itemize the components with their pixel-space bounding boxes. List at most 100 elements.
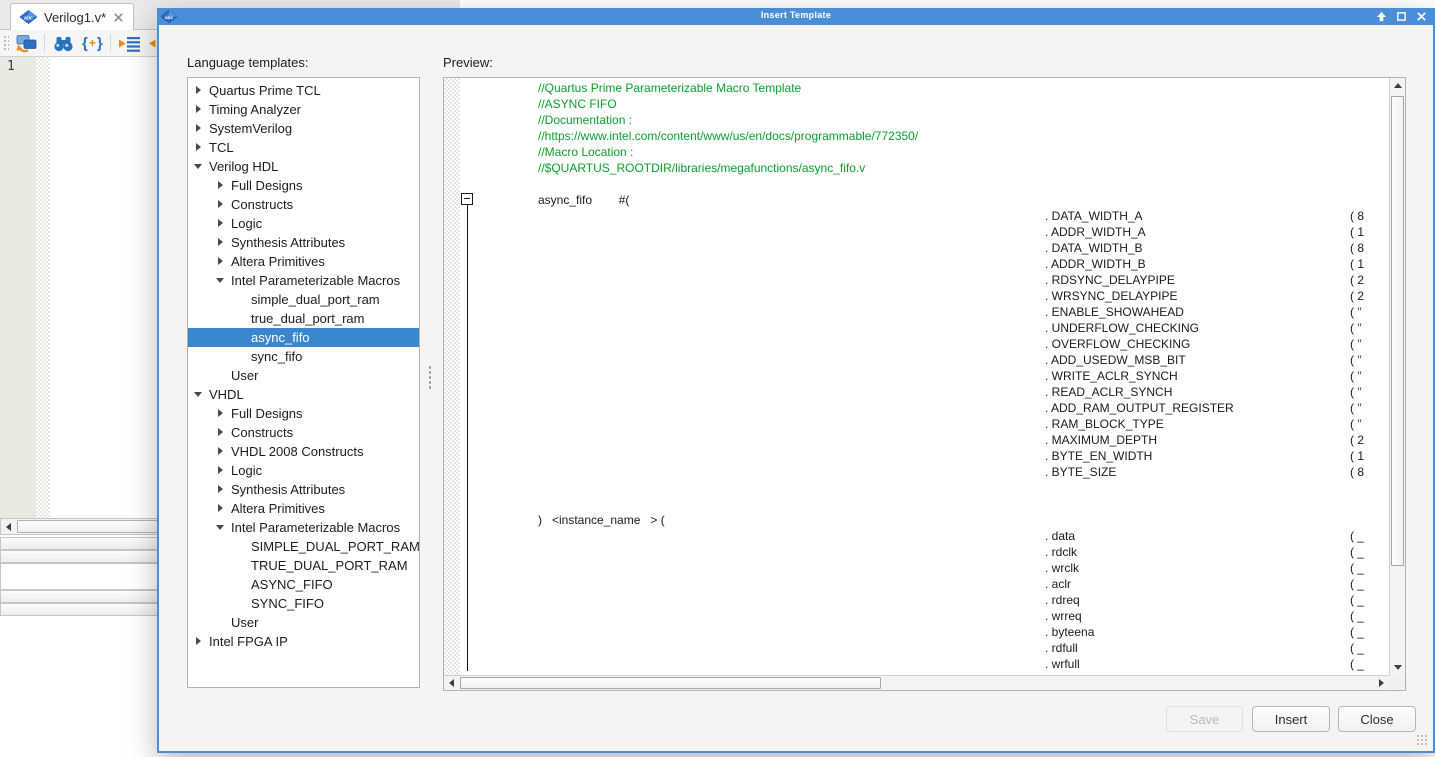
chevron-right-icon[interactable] [218,409,223,417]
chevron-down-icon[interactable] [194,164,202,169]
chevron-right-icon[interactable] [196,143,201,151]
tree-item[interactable]: User [188,613,419,632]
chevron-right-icon[interactable] [218,466,223,474]
tree-item[interactable]: ASYNC_FIFO [188,575,419,594]
tree-item[interactable]: Altera Primitives [188,499,419,518]
save-button[interactable]: Save [1166,706,1243,732]
chevron-right-icon[interactable] [218,504,223,512]
scrollbar-thumb[interactable] [460,677,881,689]
tree-item[interactable]: VHDL 2008 Constructs [188,442,419,461]
scroll-up-icon[interactable] [1390,78,1405,93]
chevron-right-icon[interactable] [196,86,201,94]
tree-item[interactable]: Timing Analyzer [188,100,419,119]
fold-margin [36,57,50,518]
chevron-right-icon[interactable] [218,219,223,227]
scroll-right-icon[interactable] [1374,676,1389,690]
tree-item[interactable]: sync_fifo [188,347,419,366]
tree-item-label: Constructs [231,195,293,214]
port-connection: _ [1357,609,1364,623]
chevron-right-icon[interactable] [196,637,201,645]
tree-item[interactable]: Logic [188,461,419,480]
tree-item[interactable]: User [188,366,419,385]
dialog-body: Language templates: Quartus Prime TCLTim… [159,25,1433,751]
param-value: ( " [1350,320,1362,336]
line-number-gutter: 1 [0,57,36,518]
tree-item-label: Altera Primitives [231,499,325,518]
scrollbar-thumb[interactable] [1391,96,1404,566]
tree-item[interactable]: Constructs [188,195,419,214]
tab-verilog1[interactable]: abc Verilog1.v* [10,3,134,30]
code-param-line: . ADDR_WIDTH_B( 1 [460,256,1389,272]
tree-item[interactable]: Logic [188,214,419,233]
param-value: ( " [1350,304,1362,320]
chevron-right-icon[interactable] [218,181,223,189]
resize-grip[interactable] [1416,734,1428,746]
tree-item[interactable]: Altera Primitives [188,252,419,271]
tree-item[interactable]: true_dual_port_ram [188,309,419,328]
insert-button[interactable]: Insert [1252,706,1330,732]
replace-icon[interactable] [16,34,37,53]
tree-item-label: Timing Analyzer [209,100,301,119]
tree-item[interactable]: simple_dual_port_ram [188,290,419,309]
tree-item[interactable]: async_fifo [188,328,419,347]
param-value: ( " [1350,368,1362,384]
port-name: . rdfull [1045,640,1078,656]
tree-item-label: VHDL [209,385,244,404]
chevron-right-icon[interactable] [218,200,223,208]
find-icon[interactable] [52,34,75,53]
scroll-left-icon[interactable] [1,519,16,534]
tree-item[interactable]: SIMPLE_DUAL_PORT_RAM [188,537,419,556]
param-name: . UNDERFLOW_CHECKING [1045,320,1199,336]
chevron-right-icon[interactable] [218,428,223,436]
maximize-icon[interactable] [1395,10,1408,23]
scroll-left-icon[interactable] [444,676,459,690]
chevron-right-icon[interactable] [196,124,201,132]
tree-item[interactable]: Intel FPGA IP [188,632,419,651]
preview-horizontal-scrollbar[interactable] [444,675,1389,690]
tree-item[interactable]: Verilog HDL [188,157,419,176]
close-button[interactable]: Close [1338,706,1416,732]
shade-window-icon[interactable] [1375,10,1388,23]
close-icon[interactable] [1415,10,1428,23]
preview-vertical-scrollbar[interactable] [1389,78,1405,675]
tree-item[interactable]: Intel Parameterizable Macros [188,518,419,537]
chevron-right-icon[interactable] [218,238,223,246]
scroll-down-icon[interactable] [1390,660,1405,675]
chevron-right-icon[interactable] [218,447,223,455]
chevron-down-icon[interactable] [216,278,224,283]
param-value: ( 2 [1350,288,1364,304]
param-default: " [1357,353,1361,367]
tree-item[interactable]: Synthesis Attributes [188,233,419,252]
port-connection: _ [1357,641,1364,655]
insert-template-icon[interactable]: { + } [82,35,103,52]
indent-icon[interactable] [118,34,141,53]
splitter-handle[interactable] [428,365,432,391]
tree-item-label: TRUE_DUAL_PORT_RAM [251,556,408,575]
code-param-line: . WRITE_ACLR_SYNCH( " [460,368,1389,384]
tree-item[interactable]: Full Designs [188,176,419,195]
tree-item[interactable]: TRUE_DUAL_PORT_RAM [188,556,419,575]
chevron-down-icon[interactable] [216,525,224,530]
code-port-line: . data( _ [460,528,1389,544]
code-param-line: . OVERFLOW_CHECKING( " [460,336,1389,352]
tree-item[interactable]: SystemVerilog [188,119,419,138]
tree-item[interactable]: Intel Parameterizable Macros [188,271,419,290]
chevron-right-icon[interactable] [218,257,223,265]
toolbar-grip[interactable] [3,35,9,51]
chevron-down-icon[interactable] [194,392,202,397]
chevron-right-icon[interactable] [196,105,201,113]
tree-item[interactable]: Full Designs [188,404,419,423]
tree-item[interactable]: SYNC_FIFO [188,594,419,613]
tree-item-label: SystemVerilog [209,119,292,138]
tree-item[interactable]: VHDL [188,385,419,404]
param-value: ( 1 [1350,448,1364,464]
tree-item[interactable]: Quartus Prime TCL [188,81,419,100]
close-tab-icon[interactable] [113,12,124,23]
chevron-right-icon[interactable] [218,485,223,493]
tree-item[interactable]: TCL [188,138,419,157]
port-name: . rdreq [1045,592,1080,608]
port-value: ( _ [1350,640,1364,656]
tree-item[interactable]: Synthesis Attributes [188,480,419,499]
tree-item[interactable]: Constructs [188,423,419,442]
dialog-titlebar[interactable]: abc Insert Template [157,8,1435,25]
